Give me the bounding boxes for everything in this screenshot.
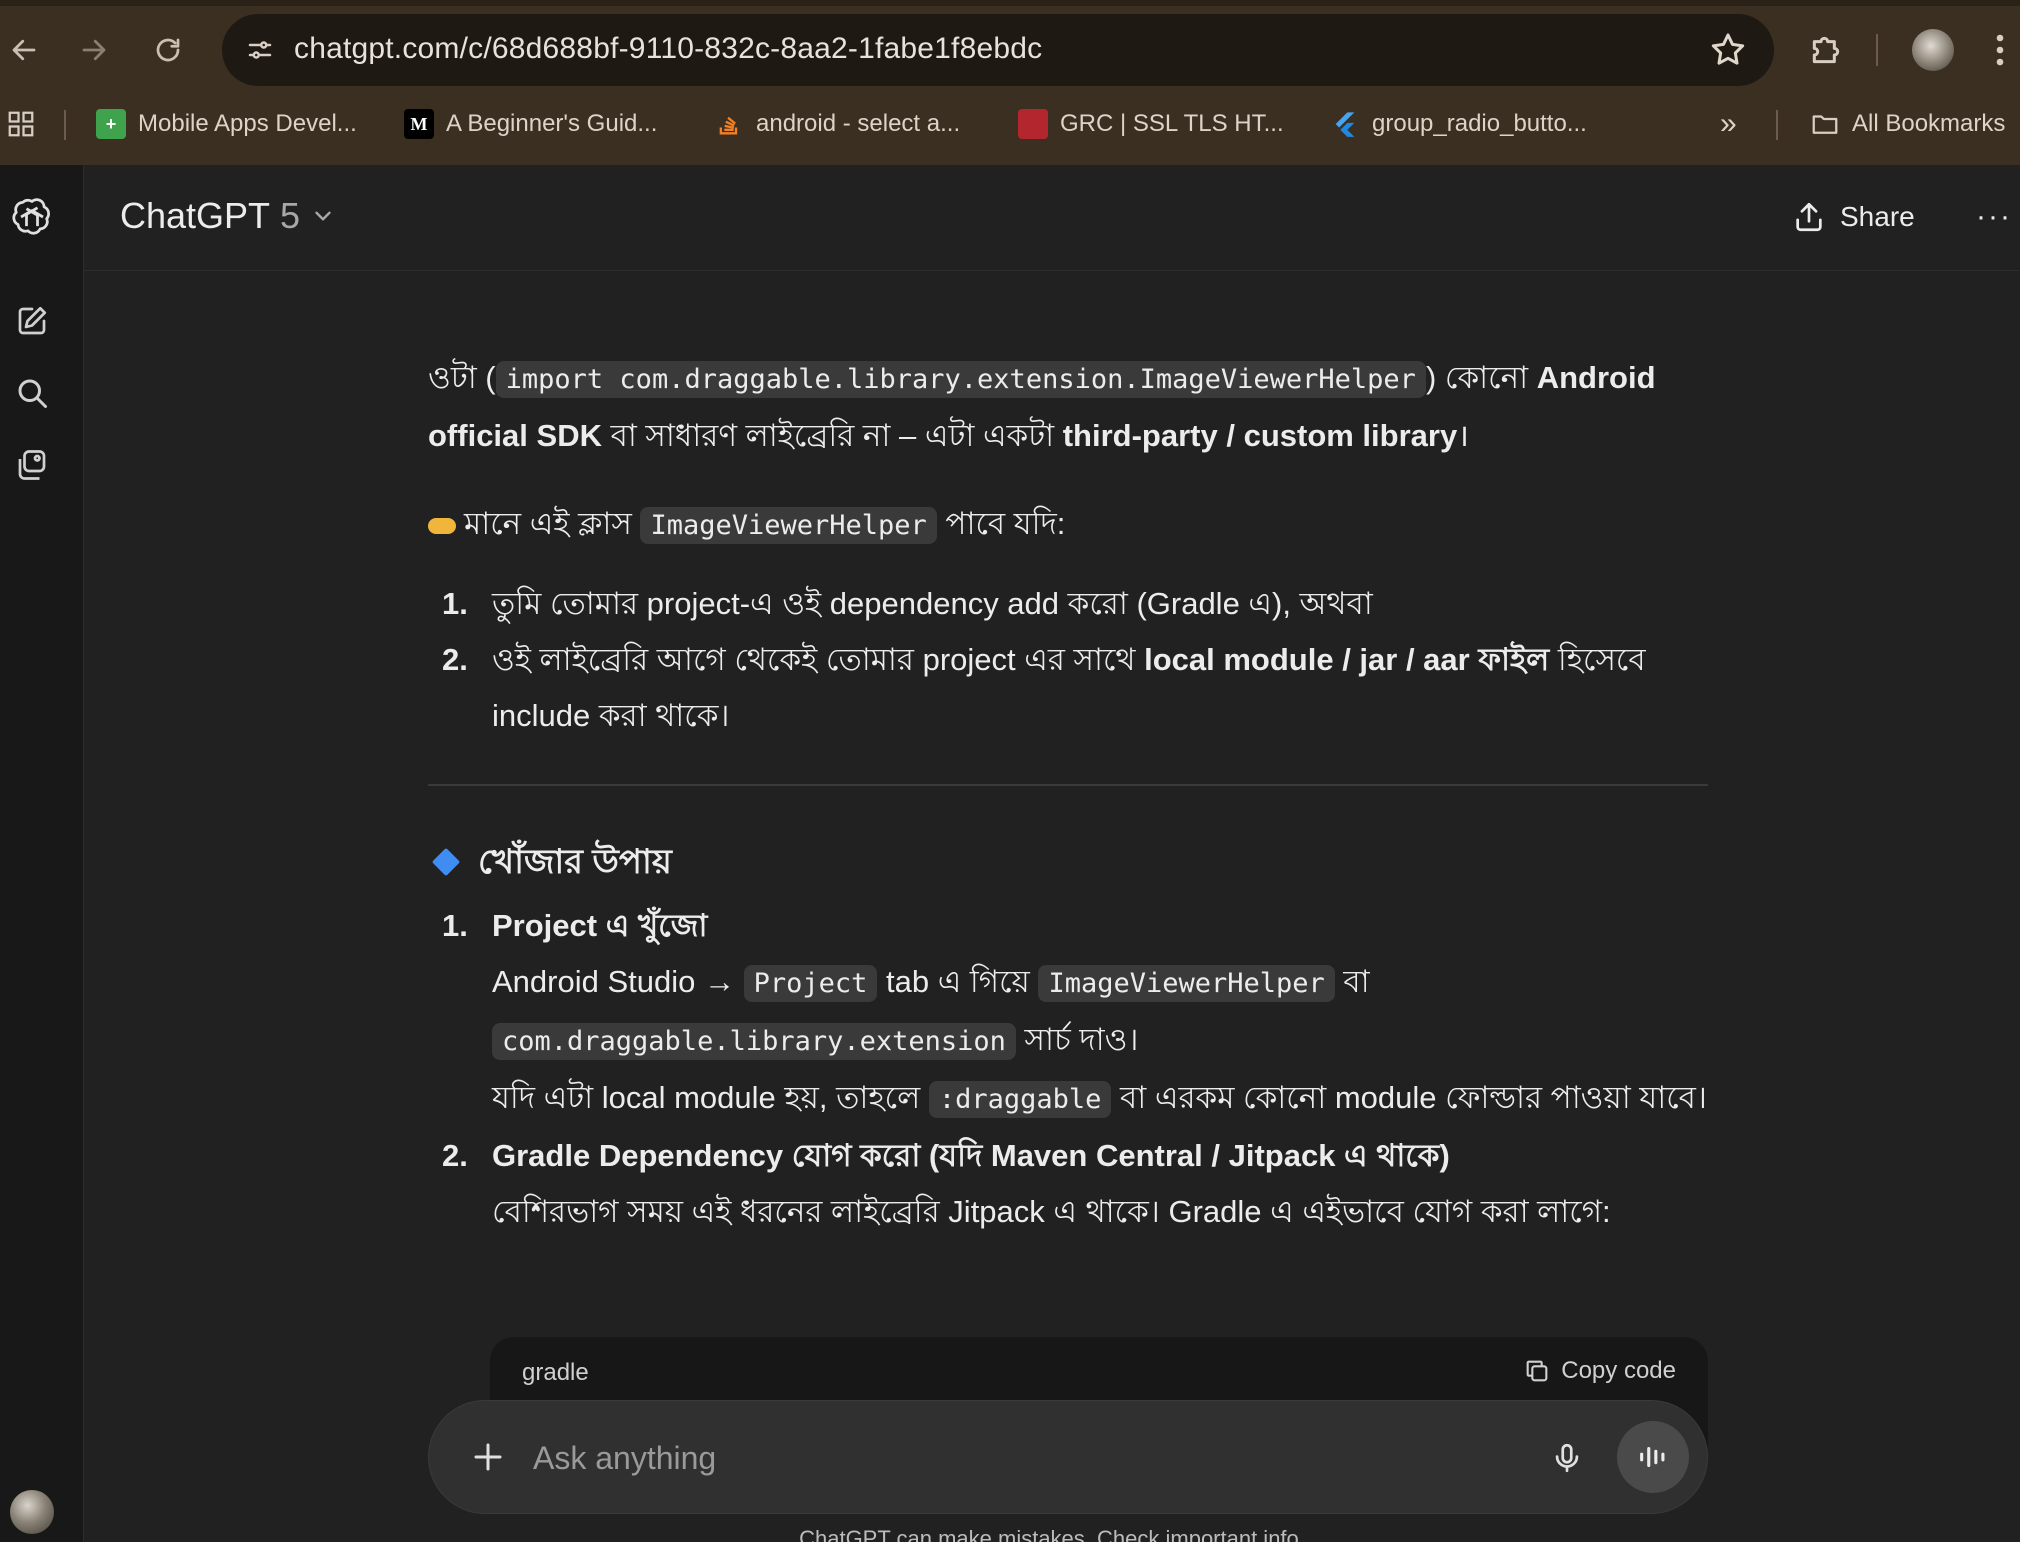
back-button[interactable] [2,28,46,72]
profile-avatar[interactable] [1912,26,1954,74]
disclaimer-text: ChatGPT can make mistakes. Check importa… [799,1526,1305,1542]
arrow-right-icon [82,39,106,61]
message-paragraph: ওটা (import com.draggable.library.extens… [428,360,1656,453]
edit-icon [18,306,47,335]
chatgpt-logo-icon[interactable] [4,189,60,245]
inline-code: com.draggable.library.extension [492,1023,1016,1060]
images-library-icon [18,450,46,480]
code-language-label: gradle [522,1359,589,1386]
model-version: 5 [280,195,301,236]
bookmark-star-icon[interactable] [1708,30,1748,70]
section-heading: খোঁজার উপায় [428,830,1708,894]
waveform-icon [1640,1446,1665,1468]
bookmark-mobile-apps[interactable]: + Mobile Apps Devel... [96,106,357,142]
medium-logo-icon: M [404,109,434,139]
all-bookmarks-button[interactable]: All Bookmarks [1810,106,2005,142]
site-settings-icon[interactable] [242,32,278,68]
ellipsis-icon: ··· [1976,200,2012,233]
new-chat-button[interactable] [4,293,60,349]
library-button[interactable] [4,437,60,493]
forward-button[interactable] [72,28,116,72]
bookmark-label: Mobile Apps Devel... [138,110,357,137]
pointing-hand-icon [428,517,456,534]
folder-icon [1810,109,1840,139]
search-chats-button[interactable] [4,365,60,421]
composer [428,1400,1708,1514]
blue-diamond-icon [431,847,461,877]
model-name: ChatGPT [120,195,271,236]
chevron-down-icon [315,211,331,221]
reload-icon [156,38,180,62]
chat-header: ChatGPT 5 Share ··· [84,165,2020,271]
share-label: Share [1840,201,1915,232]
ordered-list: 1. Project এ খুঁজো Android Studio → Proj… [428,898,1708,1240]
bookmark-label: A Beginner's Guid... [446,110,658,137]
more-bookmarks-button[interactable]: » [1720,106,1737,142]
browser-chrome: chatgpt.com/c/68d688bf-9110-832c-8aa2-1f… [0,0,2020,165]
arrow-left-icon [12,39,36,61]
bookmark-beginners-guide[interactable]: M A Beginner's Guid... [404,106,657,142]
bookmark-android-select[interactable]: android - select a... [714,106,960,142]
extensions-button[interactable] [1806,26,1846,74]
address-bar[interactable]: chatgpt.com/c/68d688bf-9110-832c-8aa2-1f… [222,14,1774,86]
inline-code: ImageViewerHelper [1038,965,1335,1002]
inline-code: :draggable [928,1081,1112,1118]
copy-code-label: Copy code [1561,1357,1676,1384]
inline-code: import com.draggable.library.extension.I… [495,361,1426,398]
bookmark-group-radio[interactable]: group_radio_butto... [1330,106,1587,142]
add-attachment-button[interactable] [465,1434,511,1480]
kebab-menu-icon [1996,34,2004,66]
puzzle-icon [1812,36,1840,64]
prompt-input[interactable] [533,1431,1433,1485]
voice-mode-button[interactable] [1617,1421,1689,1493]
bookmarks-divider [1776,110,1778,140]
tab-strip-edge [0,0,2020,6]
apps-grid-icon [8,111,34,137]
list-item: 1. Project এ খুঁজো Android Studio → Proj… [428,898,1708,1128]
bookmark-label: group_radio_butto... [1372,110,1587,137]
model-selector[interactable]: ChatGPT 5 [120,195,336,237]
microphone-icon [1555,1443,1579,1473]
share-icon [1796,202,1822,232]
green-plus-icon: + [96,109,126,139]
inline-code: ImageViewerHelper [640,507,937,544]
bookmarks-bar: + Mobile Apps Devel... M A Beginner's Gu… [0,96,2020,152]
plus-icon [474,1443,502,1471]
inline-code: Project [743,965,878,1002]
browser-menu-button[interactable] [1992,26,2008,74]
bookmark-label: GRC | SSL TLS HT... [1060,110,1284,137]
assistant-message: ওটা (import com.draggable.library.extens… [428,350,1708,1240]
apps-grid-button[interactable] [6,106,36,142]
grc-icon [1018,109,1048,139]
url-text[interactable]: chatgpt.com/c/68d688bf-9110-832c-8aa2-1f… [294,32,1042,66]
chevrons-right-icon: » [1720,107,1737,140]
sidebar [0,165,84,1542]
toolbar-divider [1876,26,1878,74]
share-button[interactable]: Share [1792,195,1915,239]
copy-code-button[interactable]: Copy code [1523,1357,1676,1385]
divider [428,784,1708,786]
all-bookmarks-label: All Bookmarks [1852,110,2006,137]
stackoverflow-icon [714,109,744,139]
list-item: 2. Gradle Dependency যোগ করো (যদি Maven … [442,1138,1611,1229]
bookmark-label: android - select a... [756,110,961,137]
bookmarks-divider [64,110,66,140]
bookmark-grc-ssl[interactable]: GRC | SSL TLS HT... [1018,106,1284,142]
flutter-icon [1330,109,1360,139]
list-item: 2. ওই লাইব্রেরি আগে থেকেই তোমার project … [442,642,1646,733]
dictate-button[interactable] [1545,1436,1589,1480]
ordered-list: 1. তুমি তোমার project-এ ওই dependency ad… [428,576,1708,744]
search-icon [18,379,47,408]
copy-icon [1526,1360,1548,1382]
more-options-button[interactable]: ··· [1972,195,2016,239]
message-paragraph: মানে এই ক্লাস ImageViewerHelper পাবে যদি… [428,496,1708,554]
list-item: 1. তুমি তোমার project-এ ওই dependency ad… [442,586,1373,621]
reload-button[interactable] [146,28,190,72]
